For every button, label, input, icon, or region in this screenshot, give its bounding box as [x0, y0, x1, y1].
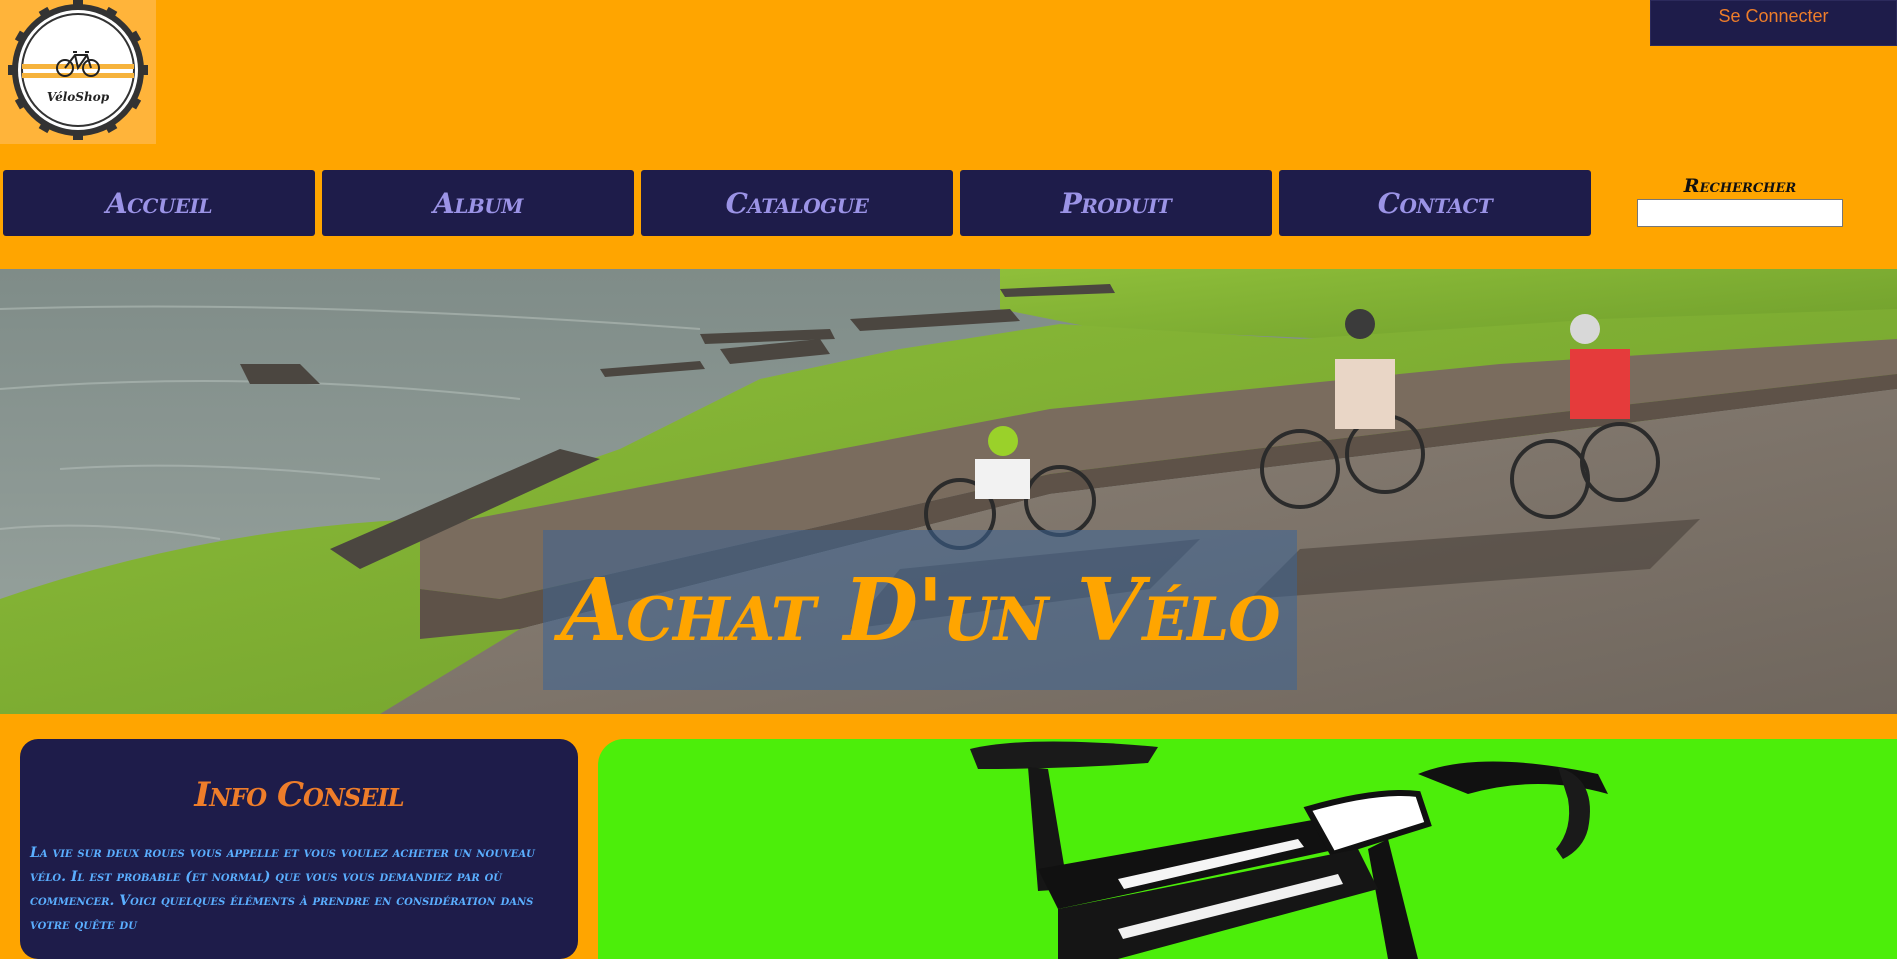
hero-banner: Achat D'un Vélo	[0, 269, 1897, 714]
bicycle-gear-logo-icon: VéloShop	[8, 0, 148, 140]
nav-item-produit[interactable]: Produit	[960, 170, 1272, 236]
search-input[interactable]	[1637, 199, 1843, 227]
main-nav: Accueil Album Catalogue Produit Contact	[0, 170, 1595, 236]
hero-title-box: Achat D'un Vélo	[543, 530, 1297, 690]
info-text: La vie sur deux roues vous appelle et vo…	[30, 845, 535, 933]
product-card	[598, 739, 1897, 959]
nav-item-accueil[interactable]: Accueil	[3, 170, 315, 236]
search-label: Rechercher	[1683, 175, 1797, 197]
login-button[interactable]: Se Connecter	[1650, 0, 1897, 46]
veloshop-logo[interactable]: VéloShop	[0, 0, 156, 144]
info-card: Info Conseil La vie sur deux roues vous …	[20, 739, 578, 959]
nav-item-catalogue[interactable]: Catalogue	[641, 170, 953, 236]
nav-item-contact[interactable]: Contact	[1279, 170, 1591, 236]
info-title: Info Conseil	[194, 775, 404, 815]
hero-title: Achat D'un Vélo	[560, 559, 1281, 661]
nav-item-album[interactable]: Album	[322, 170, 634, 236]
road-bike-photo[interactable]	[598, 739, 1897, 959]
search-box: Rechercher	[1637, 175, 1843, 227]
logo-text: VéloShop	[47, 90, 110, 104]
